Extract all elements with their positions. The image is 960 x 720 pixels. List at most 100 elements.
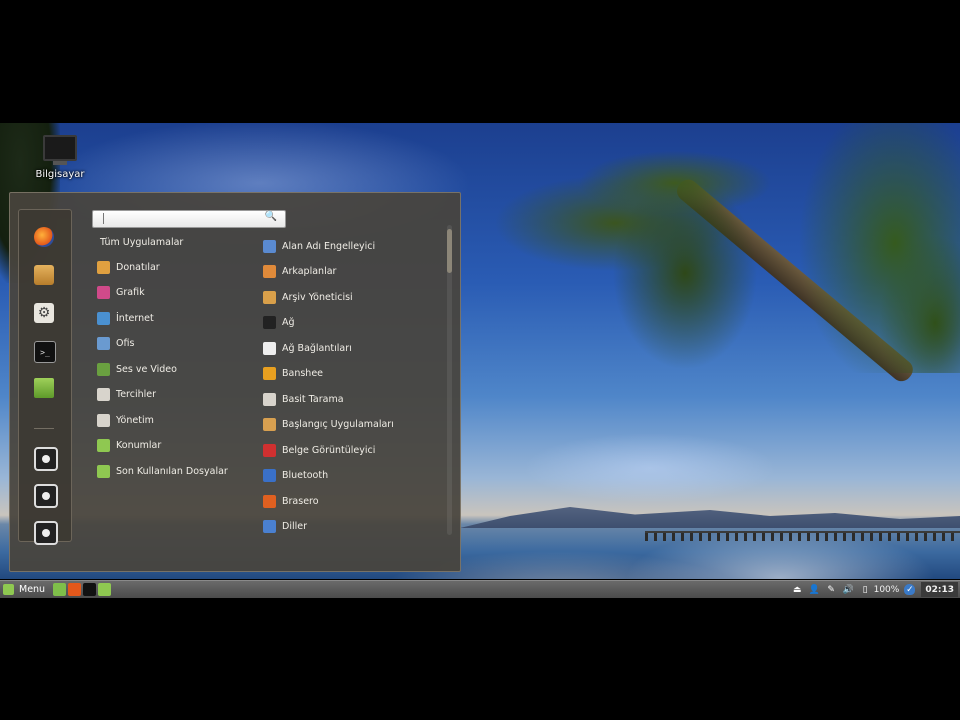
app-item[interactable]: Alan Adı Engelleyici <box>263 237 375 255</box>
scanner-icon <box>263 392 276 406</box>
administration-icon <box>97 413 110 427</box>
office-icon <box>97 337 110 350</box>
category-label: Tercihler <box>116 389 157 400</box>
category-item[interactable]: Tercihler <box>97 386 156 404</box>
app-item[interactable]: Arşiv Yöneticisi <box>263 288 353 306</box>
category-label: Ses ve Video <box>116 363 177 375</box>
languages-icon <box>263 520 276 533</box>
archive-manager-icon <box>263 290 276 304</box>
app-item[interactable]: Başlangıç Uygulamaları <box>263 416 394 434</box>
user-icon[interactable]: 👤 <box>809 584 820 595</box>
domain-blocker-icon <box>263 239 276 253</box>
app-label: Banshee <box>282 368 324 379</box>
multimedia-icon <box>97 362 110 376</box>
backgrounds-icon <box>263 265 276 278</box>
category-label: İnternet <box>116 312 154 324</box>
mint-logo-icon <box>3 584 14 595</box>
category-all-applications[interactable]: Tüm Uygulamalar <box>100 237 183 248</box>
logout-icon[interactable] <box>34 484 58 508</box>
lock-screen-icon[interactable] <box>34 447 58 471</box>
category-label: Yönetim <box>116 414 154 426</box>
favorites-separator <box>34 428 54 429</box>
category-label: Ofis <box>116 338 135 349</box>
battery-icon[interactable]: ▯ <box>860 584 871 595</box>
app-item[interactable]: Bluetooth <box>263 467 328 485</box>
menu-button-label: Menu <box>19 584 46 595</box>
wallpaper-pier <box>645 531 960 541</box>
removable-drive-icon[interactable]: ⏏ <box>792 584 803 595</box>
banshee-icon <box>263 367 276 380</box>
document-viewer-icon <box>263 443 276 457</box>
category-item[interactable]: Son Kullanılan Dosyalar <box>97 462 228 480</box>
app-label: Diller <box>282 521 307 532</box>
wallpaper-mountains <box>460 507 960 528</box>
favorites-bar <box>18 209 72 545</box>
desktop-icon-computer[interactable]: Bilgisayar <box>30 135 90 180</box>
app-list-scrollbar[interactable] <box>447 225 452 535</box>
category-item[interactable]: Grafik <box>97 284 145 302</box>
category-item[interactable]: Ofis <box>97 335 134 353</box>
scrollbar-thumb[interactable] <box>447 229 452 273</box>
graphics-icon <box>97 286 110 299</box>
category-label: Son Kullanılan Dosyalar <box>116 465 228 477</box>
app-label: Arşiv Yöneticisi <box>282 291 353 303</box>
app-label: Başlangıç Uygulamaları <box>282 419 394 430</box>
desktop-icon-label: Bilgisayar <box>35 169 85 180</box>
firefox-icon[interactable] <box>34 227 54 247</box>
terminal-icon[interactable] <box>34 341 56 363</box>
app-item[interactable]: Banshee <box>263 365 323 383</box>
wallpaper-palm-fronds <box>495 123 960 373</box>
app-item[interactable]: Basit Tarama <box>263 390 344 408</box>
app-label: Ağ Bağlantıları <box>282 342 352 354</box>
terminal-icon[interactable] <box>83 583 96 596</box>
app-label: Brasero <box>282 495 319 507</box>
settings-icon[interactable] <box>34 303 54 323</box>
app-item[interactable]: Diller <box>263 518 307 536</box>
taskbar: Menu ⏏ 👤 ✎ 🔊 ▯ 100% ✓ 02:13 <box>0 580 960 598</box>
bluetooth-icon <box>263 469 276 482</box>
app-item[interactable]: Arkaplanlar <box>263 263 336 281</box>
category-item[interactable]: Konumlar <box>97 437 161 455</box>
category-item[interactable]: Donatılar <box>97 258 160 276</box>
category-label: Grafik <box>116 287 145 298</box>
category-item[interactable]: Yönetim <box>97 411 154 429</box>
app-label: Arkaplanlar <box>282 266 337 277</box>
application-menu: 🔍 Tüm Uygulamalar Donatılar Grafik İnterne… <box>9 192 461 572</box>
clock[interactable]: 02:13 <box>921 582 958 597</box>
menu-button[interactable]: Menu <box>0 581 45 598</box>
network-connections-icon <box>263 341 276 355</box>
category-item[interactable]: Ses ve Video <box>97 360 177 378</box>
archive-icon[interactable] <box>34 265 54 285</box>
app-label: Basit Tarama <box>282 393 344 405</box>
app-item[interactable]: Ağ Bağlantıları <box>263 339 352 357</box>
app-label: Ağ <box>282 317 295 328</box>
system-tray: ⏏ 👤 ✎ 🔊 ▯ 100% ✓ 02:13 <box>789 581 960 598</box>
preferences-icon <box>97 388 110 401</box>
pen-icon[interactable]: ✎ <box>826 584 837 595</box>
app-item[interactable]: Brasero <box>263 492 319 510</box>
app-label: Bluetooth <box>282 470 329 481</box>
places-folder-icon <box>97 439 110 452</box>
folder-icon[interactable] <box>34 378 54 398</box>
accessories-icon <box>97 260 110 274</box>
app-label: Alan Adı Engelleyici <box>282 240 376 252</box>
update-shield-icon[interactable]: ✓ <box>904 584 916 595</box>
startup-apps-icon <box>263 418 276 431</box>
app-label: Belge Görüntüleyici <box>282 444 376 456</box>
volume-icon[interactable]: 🔊 <box>843 584 854 595</box>
folder-icon[interactable] <box>98 583 111 596</box>
search-icon: 🔍 <box>264 211 277 222</box>
shutdown-icon[interactable] <box>34 521 58 545</box>
search-input[interactable]: 🔍 <box>92 210 286 228</box>
category-label: Donatılar <box>116 261 160 273</box>
category-item[interactable]: İnternet <box>97 309 154 327</box>
internet-icon <box>97 311 110 325</box>
network-icon <box>263 316 276 329</box>
app-item[interactable]: Belge Görüntüleyici <box>263 441 375 459</box>
category-label: Konumlar <box>116 440 162 451</box>
text-cursor <box>103 213 104 224</box>
computer-icon <box>43 135 77 161</box>
firefox-icon[interactable] <box>68 583 81 596</box>
app-item[interactable]: Ağ <box>263 314 295 332</box>
desktop-icon[interactable] <box>53 583 66 596</box>
